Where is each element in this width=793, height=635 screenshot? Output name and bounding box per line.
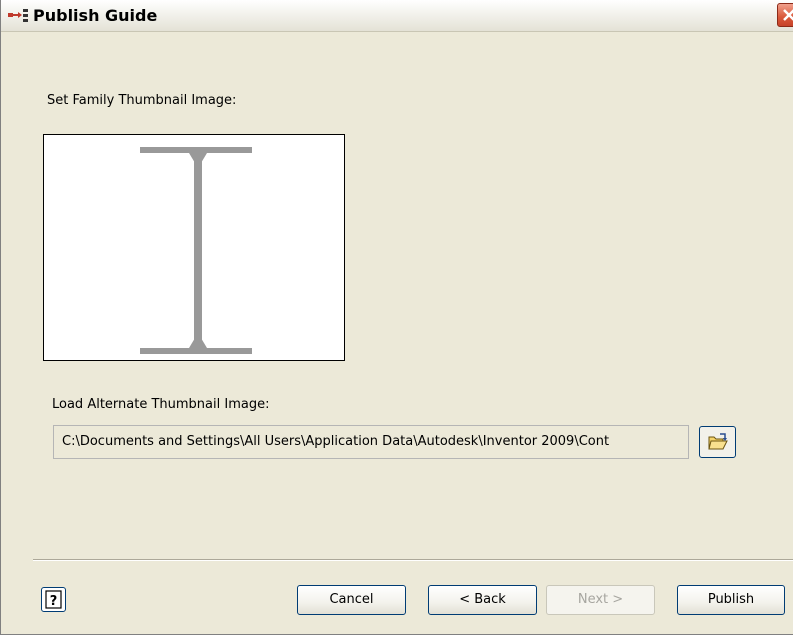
publish-guide-icon (8, 9, 30, 25)
browse-button[interactable] (699, 426, 736, 458)
alternate-thumbnail-label: Load Alternate Thumbnail Image: (52, 397, 270, 412)
open-folder-icon (708, 433, 728, 450)
close-button[interactable] (777, 3, 793, 27)
back-button[interactable]: < Back (428, 585, 537, 615)
publish-guide-dialog: Publish Guide Set Family Thumbnail Image… (0, 0, 793, 635)
next-button[interactable]: Next > (546, 585, 655, 615)
thumbnail-path-field[interactable]: C:\Documents and Settings\All Users\Appl… (53, 425, 689, 459)
help-button[interactable]: ? (41, 587, 66, 612)
footer-separator (33, 559, 793, 561)
thumbnail-preview (43, 134, 345, 361)
svg-text:?: ? (50, 594, 58, 609)
i-beam-thumbnail (140, 147, 252, 354)
title-bar[interactable]: Publish Guide (1, 0, 793, 32)
cancel-button[interactable]: Cancel (297, 585, 406, 615)
close-icon (783, 9, 793, 21)
publish-button[interactable]: Publish (677, 585, 785, 615)
thumbnail-label: Set Family Thumbnail Image: (47, 93, 237, 108)
window-title: Publish Guide (33, 6, 158, 25)
help-icon: ? (45, 590, 62, 609)
